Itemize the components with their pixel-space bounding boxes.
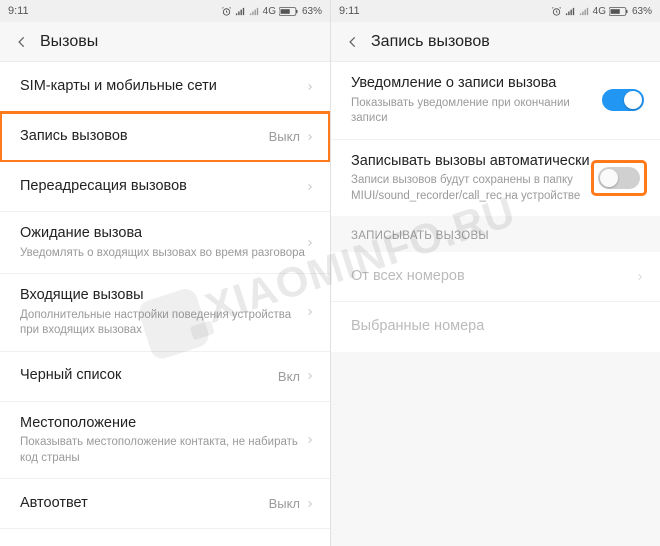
chevron-right-icon bbox=[306, 498, 314, 510]
signal2-icon bbox=[249, 6, 260, 17]
battery-icon bbox=[279, 6, 299, 17]
toggle-switch[interactable] bbox=[598, 167, 640, 189]
network-label: 4G bbox=[593, 6, 606, 17]
chevron-right-icon bbox=[636, 271, 644, 283]
chevron-right-icon bbox=[306, 181, 314, 193]
row-sublabel: Показывать уведомление при окончании зап… bbox=[351, 96, 602, 127]
signal-icon bbox=[235, 6, 246, 17]
row-sim-networks[interactable]: SIM-карты и мобильные сети bbox=[0, 62, 330, 112]
row-sublabel: Записи вызовов будут сохранены в папку M… bbox=[351, 173, 594, 204]
row-selected-numbers[interactable]: Выбранные номера bbox=[331, 302, 660, 352]
row-blacklist[interactable]: Черный список Вкл bbox=[0, 352, 330, 402]
row-advanced[interactable]: Расширенные настройки bbox=[0, 529, 330, 546]
chevron-right-icon bbox=[306, 81, 314, 93]
row-label: Черный список bbox=[20, 366, 278, 386]
row-auto-record[interactable]: Записывать вызовы автоматически Записи в… bbox=[331, 140, 660, 217]
row-sublabel: Показывать местоположение контакта, не н… bbox=[20, 435, 306, 466]
chevron-right-icon bbox=[306, 370, 314, 382]
phone-left: 9:11 4G 63% Вы bbox=[0, 0, 330, 546]
row-label: Уведомление о записи вызова bbox=[351, 74, 602, 94]
title-bar: Запись вызовов bbox=[331, 22, 660, 62]
row-call-recording[interactable]: Запись вызовов Выкл bbox=[0, 112, 330, 162]
row-label: Выбранные номера bbox=[351, 317, 644, 337]
settings-list: Уведомление о записи вызова Показывать у… bbox=[331, 62, 660, 546]
back-button[interactable] bbox=[12, 32, 32, 52]
chevron-right-icon bbox=[306, 434, 314, 446]
row-label: Ожидание вызова bbox=[20, 224, 306, 244]
row-value: Выкл bbox=[269, 496, 300, 511]
section-header: ЗАПИСЫВАТЬ ВЫЗОВЫ bbox=[331, 216, 660, 252]
alarm-icon bbox=[221, 6, 232, 17]
toggle-switch[interactable] bbox=[602, 89, 644, 111]
row-value: Вкл bbox=[278, 369, 300, 384]
phone-right: 9:11 4G 63% Запись вызовов Уведомление о… bbox=[330, 0, 660, 546]
row-autoanswer[interactable]: Автоответ Выкл bbox=[0, 479, 330, 529]
status-bar: 9:11 4G 63% bbox=[0, 0, 330, 22]
row-label: Местоположение bbox=[20, 414, 306, 434]
status-time: 9:11 bbox=[339, 5, 360, 17]
page-title: Вызовы bbox=[40, 33, 98, 51]
signal-icon bbox=[565, 6, 576, 17]
row-label: Входящие вызовы bbox=[20, 286, 306, 306]
row-sublabel: Дополнительные настройки поведения устро… bbox=[20, 308, 306, 339]
row-label: Запись вызовов bbox=[20, 127, 269, 147]
battery-percent: 63% bbox=[302, 6, 322, 17]
chevron-right-icon bbox=[306, 131, 314, 143]
title-bar: Вызовы bbox=[0, 22, 330, 62]
chevron-right-icon bbox=[306, 237, 314, 249]
row-label: От всех номеров bbox=[351, 267, 636, 287]
row-value: Выкл bbox=[269, 129, 300, 144]
row-location[interactable]: Местоположение Показывать местоположение… bbox=[0, 402, 330, 480]
highlight-box bbox=[594, 163, 644, 193]
signal2-icon bbox=[579, 6, 590, 17]
row-label: Записывать вызовы автоматически bbox=[351, 152, 594, 172]
row-label: SIM-карты и мобильные сети bbox=[20, 77, 306, 97]
row-sublabel: Уведомлять о входящих вызовах во время р… bbox=[20, 246, 306, 262]
page-title: Запись вызовов bbox=[371, 33, 490, 51]
row-incoming-calls[interactable]: Входящие вызовы Дополнительные настройки… bbox=[0, 274, 330, 352]
row-label: Автоответ bbox=[20, 494, 269, 514]
alarm-icon bbox=[551, 6, 562, 17]
chevron-right-icon bbox=[306, 306, 314, 318]
network-label: 4G bbox=[263, 6, 276, 17]
settings-list: SIM-карты и мобильные сети Запись вызово… bbox=[0, 62, 330, 546]
row-call-waiting[interactable]: Ожидание вызова Уведомлять о входящих вы… bbox=[0, 212, 330, 274]
back-button[interactable] bbox=[343, 32, 363, 52]
row-call-forwarding[interactable]: Переадресация вызовов bbox=[0, 162, 330, 212]
row-label: Переадресация вызовов bbox=[20, 177, 306, 197]
status-time: 9:11 bbox=[8, 5, 29, 17]
battery-percent: 63% bbox=[632, 6, 652, 17]
row-all-numbers[interactable]: От всех номеров bbox=[331, 252, 660, 302]
status-bar: 9:11 4G 63% bbox=[331, 0, 660, 22]
row-record-notify[interactable]: Уведомление о записи вызова Показывать у… bbox=[331, 62, 660, 140]
battery-icon bbox=[609, 6, 629, 17]
